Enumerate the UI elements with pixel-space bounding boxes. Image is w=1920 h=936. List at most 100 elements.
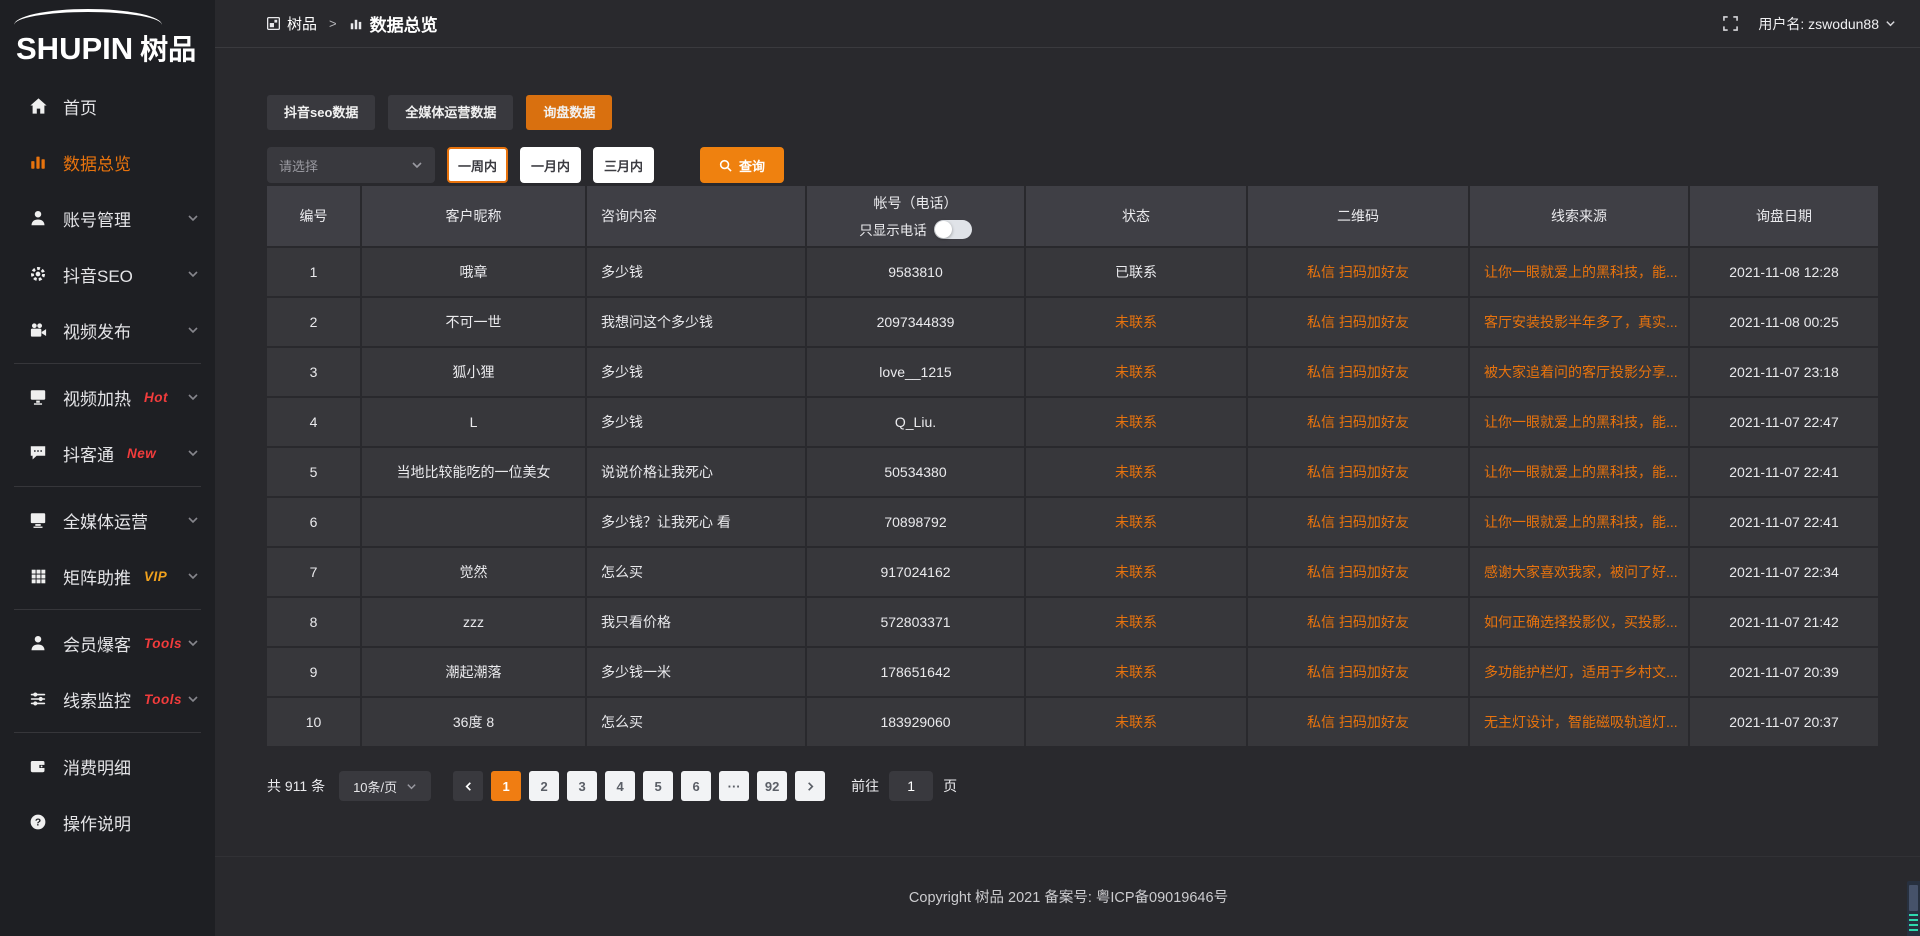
cell-source[interactable]: 如何正确选择投影仪，买投影... [1470,598,1690,648]
sidebar-item-video-publish[interactable]: 视频发布 [0,302,215,358]
period-week-button[interactable]: 一周内 [447,147,508,183]
sidebar-item-matrix-boost[interactable]: 矩阵助推 VIP [0,548,215,604]
cell-id: 3 [267,348,362,398]
page-button[interactable]: 3 [567,771,597,801]
logo-arc-decoration [14,9,162,25]
sidebar-item-omnimedia[interactable]: 全媒体运营 [0,492,215,548]
table-row: 9潮起潮落多少钱一米178651642未联系私信 扫码加好友多功能护栏灯，适用于… [267,648,1878,698]
tools-badge: Tools [144,692,182,707]
corner-chat-widget[interactable] [1907,881,1920,936]
col-header-account: 帐号（电话） 只显示电话 [807,186,1026,248]
cell-qrcode[interactable]: 私信 扫码加好友 [1248,348,1470,398]
goto-label: 前往 [851,776,879,796]
col-header-source: 线索来源 [1470,186,1690,248]
period-quarter-button[interactable]: 三月内 [593,147,654,183]
cell-status: 未联系 [1026,448,1248,498]
cell-status: 未联系 [1026,648,1248,698]
sidebar-item-home[interactable]: 首页 [0,78,215,134]
cell-source[interactable]: 被大家追着问的客厅投影分享... [1470,348,1690,398]
tab-inquiry-data[interactable]: 询盘数据 [526,95,612,130]
cell-qrcode[interactable]: 私信 扫码加好友 [1248,248,1470,298]
prev-page-button[interactable] [453,771,483,801]
cell-account: 917024162 [807,548,1026,598]
sidebar-item-douketong[interactable]: 抖客通 New [0,425,215,481]
home-icon [28,96,48,116]
cell-source[interactable]: 让你一眼就爱上的黑科技，能... [1470,398,1690,448]
period-month-button[interactable]: 一月内 [520,147,581,183]
table-row: 3狐小狸多少钱love__1215未联系私信 扫码加好友被大家追着问的客厅投影分… [267,348,1878,398]
cell-source[interactable]: 让你一眼就爱上的黑科技，能... [1470,498,1690,548]
logo[interactable]: SHUPIN 树品 [0,6,215,64]
cell-qrcode[interactable]: 私信 扫码加好友 [1248,598,1470,648]
cell-qrcode[interactable]: 私信 扫码加好友 [1248,448,1470,498]
tools-badge: Tools [144,636,182,651]
sidebar-item-lead-monitor[interactable]: 线索监控 Tools [0,671,215,727]
cell-account: 572803371 [807,598,1026,648]
page-size-label: 10条/页 [353,777,397,796]
next-page-button[interactable] [795,771,825,801]
page-button[interactable]: 4 [605,771,635,801]
page-button[interactable]: 5 [643,771,673,801]
cell-qrcode[interactable]: 私信 扫码加好友 [1248,398,1470,448]
question-circle-icon: ? [28,812,48,832]
cell-content: 多少钱 [587,248,807,298]
cell-source[interactable]: 感谢大家喜欢我家，被问了好... [1470,548,1690,598]
cell-account: 178651642 [807,648,1026,698]
cell-source[interactable]: 客厅安装投影半年多了，真实... [1470,298,1690,348]
sliders-icon [28,689,48,709]
sidebar: SHUPIN 树品 首页 数据总览 账号管理 抖音SEO [0,0,215,936]
table-row: 5当地比较能吃的一位美女说说价格让我死心50534380未联系私信 扫码加好友让… [267,448,1878,498]
cell-source[interactable]: 无主灯设计，智能磁吸轨道灯... [1470,698,1690,748]
main-area: 树品 > 数据总览 用户名: zswodun88 抖音seo数据 全媒体运营数据… [215,0,1920,936]
phone-only-toggle[interactable] [934,220,972,239]
cell-content: 我只看价格 [587,598,807,648]
corner-widget-stripes [1909,914,1918,934]
cell-date: 2021-11-08 00:25 [1690,298,1878,348]
fullscreen-icon[interactable] [1723,16,1738,31]
sidebar-item-account-management[interactable]: 账号管理 [0,190,215,246]
page-button[interactable]: 92 [757,771,787,801]
cell-id: 2 [267,298,362,348]
account-select[interactable]: 请选择 [267,147,435,183]
sidebar-divider [14,363,201,364]
cell-status: 未联系 [1026,348,1248,398]
tab-douyin-seo-data[interactable]: 抖音seo数据 [267,95,375,130]
app-window: SHUPIN 树品 首页 数据总览 账号管理 抖音SEO [0,0,1920,936]
cell-qrcode[interactable]: 私信 扫码加好友 [1248,548,1470,598]
chevron-down-icon [187,391,199,403]
sidebar-item-instructions[interactable]: ? 操作说明 [0,794,215,850]
page-button[interactable]: 1 [491,771,521,801]
cell-source[interactable]: 多功能护栏灯，适用于乡村文... [1470,648,1690,698]
goto-page-input[interactable] [889,771,933,801]
table-body: 1哦章多少钱9583810已联系私信 扫码加好友让你一眼就爱上的黑科技，能...… [267,248,1878,748]
cell-account: 183929060 [807,698,1026,748]
cell-id: 6 [267,498,362,548]
tab-omnimedia-data[interactable]: 全媒体运营数据 [388,95,513,130]
cell-content: 多少钱 [587,348,807,398]
sidebar-item-video-heat[interactable]: 视频加热 Hot [0,369,215,425]
cell-qrcode[interactable]: 私信 扫码加好友 [1248,498,1470,548]
screen-icon [28,387,48,407]
cell-source[interactable]: 让你一眼就爱上的黑科技，能... [1470,248,1690,298]
cell-qrcode[interactable]: 私信 扫码加好友 [1248,648,1470,698]
cell-qrcode[interactable]: 私信 扫码加好友 [1248,698,1470,748]
page-button[interactable]: 6 [681,771,711,801]
cell-account: love__1215 [807,348,1026,398]
sidebar-item-member-baoke[interactable]: 会员爆客 Tools [0,615,215,671]
cell-source[interactable]: 让你一眼就爱上的黑科技，能... [1470,448,1690,498]
sidebar-item-data-overview[interactable]: 数据总览 [0,134,215,190]
sidebar-item-label: 会员爆客 [63,631,131,656]
query-button[interactable]: 查询 [700,147,784,183]
sidebar-item-douyin-seo[interactable]: 抖音SEO [0,246,215,302]
cell-account: 70898792 [807,498,1026,548]
page-ellipsis-button[interactable]: ··· [719,771,749,801]
total-count-label: 共 911 条 [267,776,325,796]
sidebar-item-consumption-detail[interactable]: 消费明细 [0,738,215,794]
breadcrumb-root[interactable]: 树品 [267,13,317,34]
sidebar-item-label: 数据总览 [63,150,131,175]
page-size-select[interactable]: 10条/页 [339,771,431,801]
cell-qrcode[interactable]: 私信 扫码加好友 [1248,298,1470,348]
user-menu[interactable]: 用户名: zswodun88 [1758,14,1896,34]
page-button[interactable]: 2 [529,771,559,801]
cell-status: 未联系 [1026,548,1248,598]
